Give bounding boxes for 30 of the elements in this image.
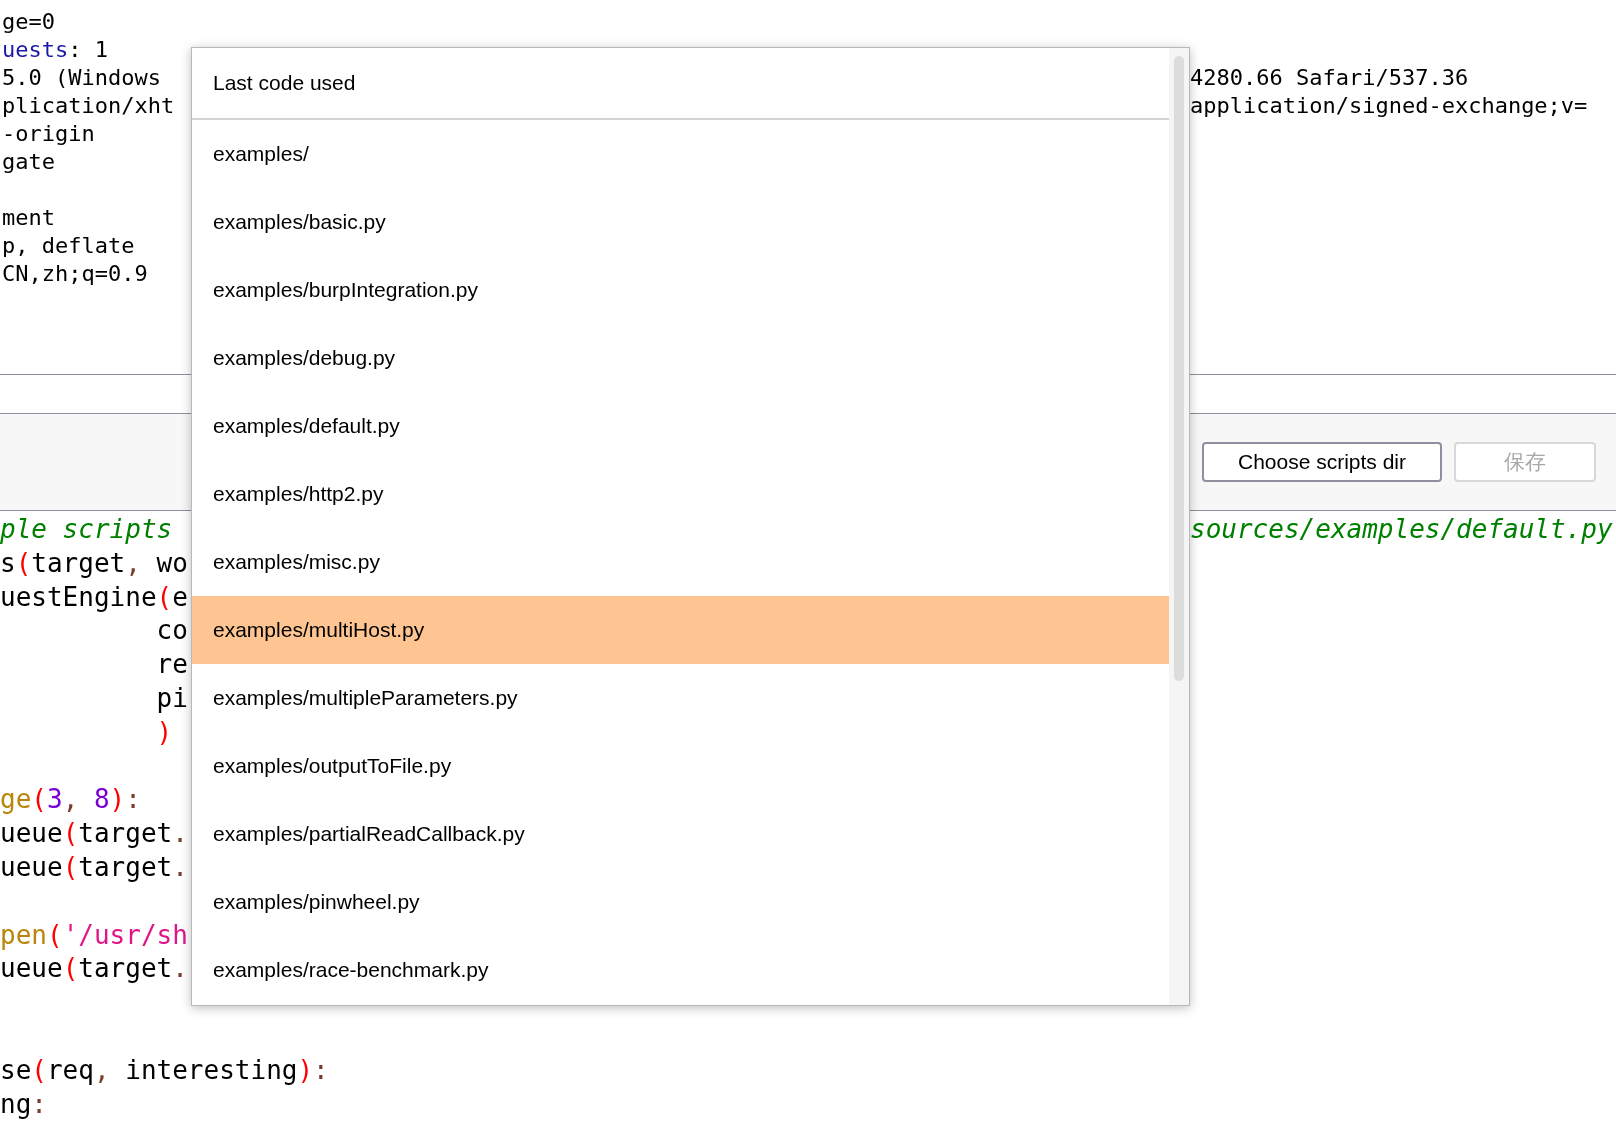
request-header-line: ge=0 [2, 9, 55, 34]
request-header-line: plication/xht [2, 93, 175, 118]
request-header-line: ment [2, 205, 55, 230]
code-line: ueue(target. [0, 851, 188, 882]
code-line: pen('/usr/sh [0, 919, 188, 950]
request-header-line: 4280.66 Safari/537.36 [1190, 65, 1469, 90]
code-line: ueue(target. [0, 953, 188, 984]
scrollbar-thumb[interactable] [1174, 56, 1184, 681]
code-line: ng: [0, 1088, 47, 1119]
code-line: se(req, interesting): [0, 1054, 329, 1085]
request-header-line: uests: 1 [2, 37, 108, 62]
request-header-line: application/signed-exchange;v= [1190, 93, 1588, 118]
choose-scripts-button[interactable]: Choose scripts dir [1202, 442, 1442, 482]
code-line: ge(3, 8): [0, 784, 141, 815]
request-header-line: -origin [2, 121, 95, 146]
code-comment: sources/examples/default.py [1190, 514, 1613, 544]
request-header-line: gate [2, 149, 55, 174]
request-header-line: p, deflate [2, 233, 135, 258]
code-line: ple scripts [0, 514, 173, 544]
code-line: uestEngine(e [0, 581, 188, 612]
dropdown-header: Last code used [213, 70, 356, 97]
code-line: ) [155, 716, 173, 747]
request-header-line: CN,zh;q=0.9 [2, 261, 148, 286]
code-line: s(target, wo [0, 547, 188, 578]
code-line: ueue(target. [0, 818, 188, 849]
code-line: re [155, 649, 188, 680]
code-line: pi [155, 683, 188, 713]
request-header-line: 5.0 (Windows [2, 65, 161, 90]
dropdown-item[interactable]: examples/multiHost.py [192, 596, 1169, 664]
code-line: co [155, 615, 188, 646]
